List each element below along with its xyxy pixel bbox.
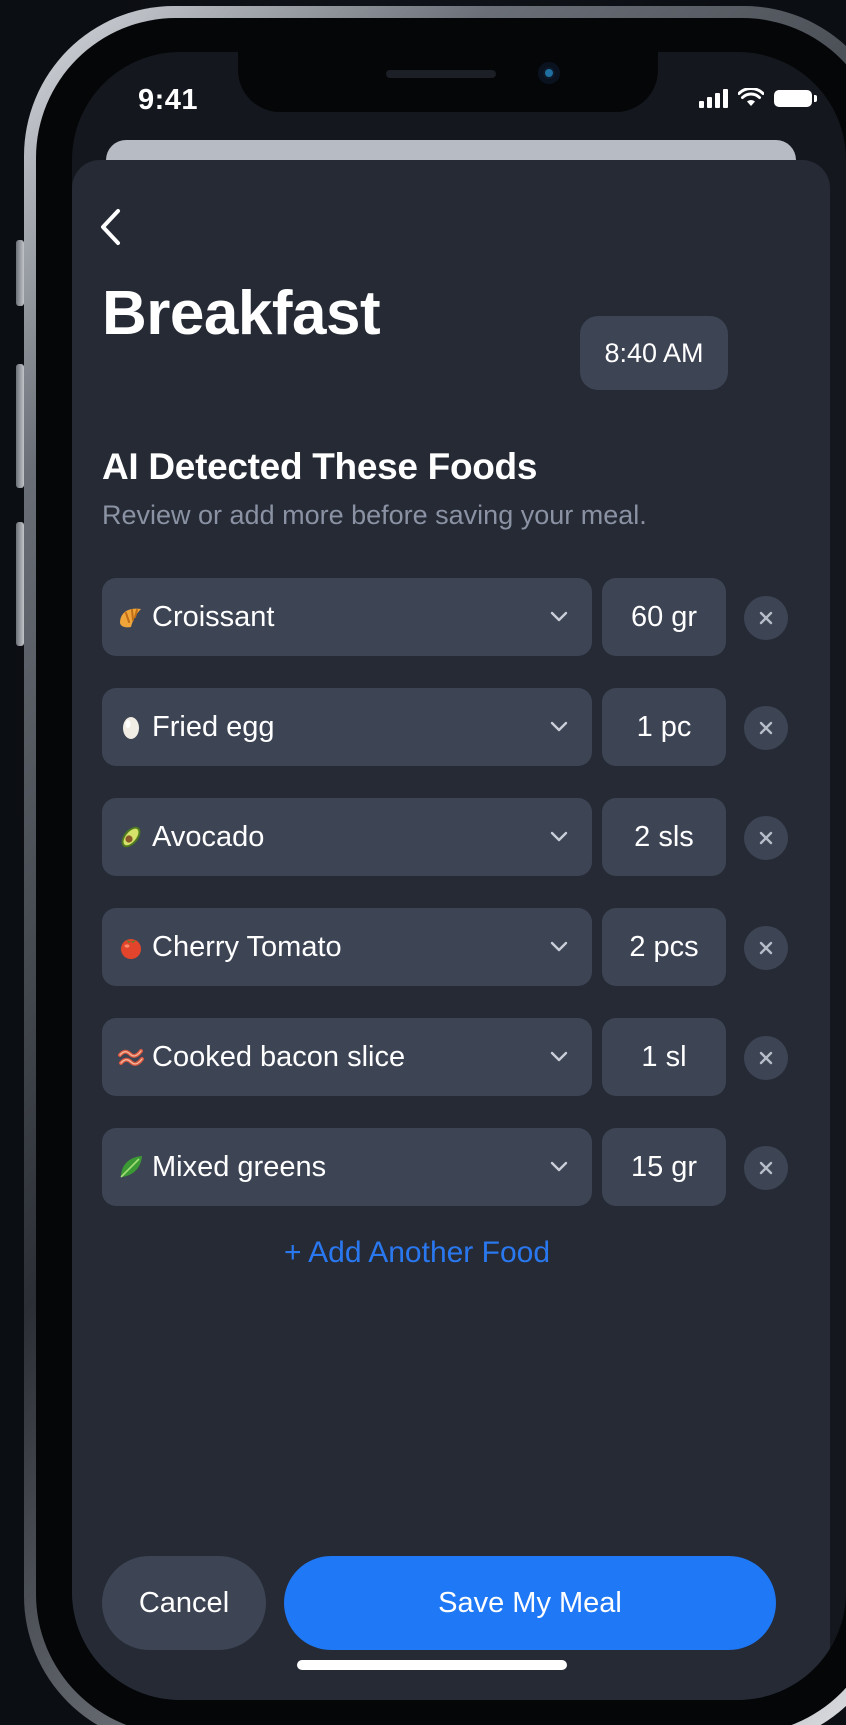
speaker-grille <box>386 70 496 78</box>
section-title: AI Detected These Foods <box>102 446 538 487</box>
save-meal-button[interactable]: Save My Meal <box>284 1556 776 1650</box>
close-icon <box>759 1051 773 1065</box>
remove-food-button[interactable] <box>744 926 788 970</box>
chevron-down-icon <box>550 721 568 732</box>
food-name: Cherry Tomato <box>152 930 342 963</box>
wifi-icon <box>738 88 764 106</box>
volume-down-button <box>16 522 24 646</box>
cellular-signal-icon <box>699 88 728 108</box>
back-button[interactable] <box>86 202 136 252</box>
status-time: 9:41 <box>138 84 199 116</box>
meal-time-chip[interactable]: 8:40 AM <box>580 316 728 390</box>
home-indicator <box>297 1660 567 1670</box>
food-name: Croissant <box>152 600 275 633</box>
food-name: Avocado <box>152 820 265 853</box>
status-icons <box>699 88 817 108</box>
close-icon <box>759 1161 773 1175</box>
food-select[interactable]: Cooked bacon slice <box>102 1018 592 1096</box>
quantity-field[interactable]: 1 sl <box>602 1018 726 1096</box>
food-row: Cooked bacon slice 1 sl <box>102 1018 788 1098</box>
quantity-field[interactable]: 2 sls <box>602 798 726 876</box>
greens-icon <box>116 1152 146 1182</box>
remove-food-button[interactable] <box>744 596 788 640</box>
front-camera <box>538 62 560 84</box>
add-food-link[interactable]: + Add Another Food <box>72 1236 762 1270</box>
chevron-down-icon <box>550 1161 568 1172</box>
egg-icon <box>116 712 146 742</box>
food-row: Fried egg 1 pc <box>102 688 788 768</box>
food-select[interactable]: Croissant <box>102 578 592 656</box>
chevron-down-icon <box>550 831 568 842</box>
battery-icon <box>774 89 817 107</box>
chevron-down-icon <box>550 611 568 622</box>
avocado-icon <box>116 822 146 852</box>
remove-food-button[interactable] <box>744 1036 788 1080</box>
quantity-field[interactable]: 15 gr <box>602 1128 726 1206</box>
food-row: Croissant 60 gr <box>102 578 788 658</box>
bacon-icon <box>116 1042 146 1072</box>
mute-switch <box>16 240 24 306</box>
food-name: Mixed greens <box>152 1150 327 1183</box>
chevron-left-icon <box>101 209 120 245</box>
phone-screen: 9:41 Breakfast 8:40 AM AI Detected These… <box>72 52 846 1700</box>
close-icon <box>759 831 773 845</box>
chevron-down-icon <box>550 1051 568 1062</box>
close-icon <box>759 941 773 955</box>
food-select[interactable]: Mixed greens <box>102 1128 592 1206</box>
food-select[interactable]: Avocado <box>102 798 592 876</box>
tomato-icon <box>116 932 146 962</box>
quantity-field[interactable]: 2 pcs <box>602 908 726 986</box>
status-bar: 9:41 <box>72 52 846 152</box>
cancel-button[interactable]: Cancel <box>102 1556 266 1650</box>
meal-sheet: Breakfast 8:40 AM AI Detected These Food… <box>72 160 830 1700</box>
chevron-down-icon <box>550 941 568 952</box>
food-name: Fried egg <box>152 710 275 743</box>
food-select[interactable]: Fried egg <box>102 688 592 766</box>
food-select[interactable]: Cherry Tomato <box>102 908 592 986</box>
remove-food-button[interactable] <box>744 816 788 860</box>
section-subtitle: Review or add more before saving your me… <box>102 500 647 530</box>
food-row: Cherry Tomato 2 pcs <box>102 908 788 988</box>
food-list: Croissant 60 gr Fried egg 1 pc Avocado 2… <box>102 578 788 1238</box>
remove-food-button[interactable] <box>744 1146 788 1190</box>
croissant-icon <box>116 602 146 632</box>
quantity-field[interactable]: 1 pc <box>602 688 726 766</box>
close-icon <box>759 721 773 735</box>
close-icon <box>759 611 773 625</box>
notch <box>238 52 658 112</box>
app-stage: 9:41 Breakfast 8:40 AM AI Detected These… <box>0 0 846 1725</box>
food-row: Mixed greens 15 gr <box>102 1128 788 1208</box>
quantity-field[interactable]: 60 gr <box>602 578 726 656</box>
food-row: Avocado 2 sls <box>102 798 788 878</box>
volume-up-button <box>16 364 24 488</box>
page-title: Breakfast <box>102 279 381 348</box>
food-name: Cooked bacon slice <box>152 1040 406 1073</box>
remove-food-button[interactable] <box>744 706 788 750</box>
